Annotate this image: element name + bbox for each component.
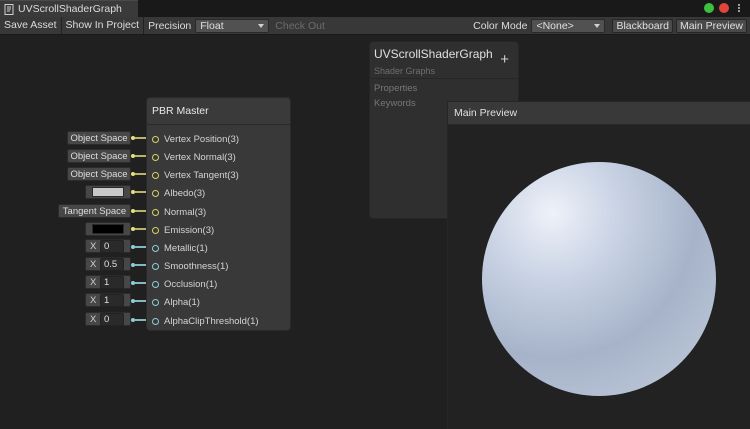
occlusion-field[interactable]: 1: [100, 276, 124, 289]
blackboard-title: UVScrollShaderGraph: [374, 47, 493, 61]
port-label: Occlusion(1): [164, 278, 218, 290]
maximize-icon[interactable]: [704, 3, 714, 13]
add-property-icon[interactable]: +: [500, 52, 509, 67]
port-vertex-normal[interactable]: Vertex Normal(3): [152, 151, 236, 163]
albedo-color-swatch[interactable]: [92, 187, 124, 197]
port-circle-icon: [152, 280, 159, 288]
port-circle-icon: [152, 317, 159, 325]
x-label: X: [90, 277, 97, 288]
save-asset-button[interactable]: Save Asset: [0, 17, 62, 34]
port-normal[interactable]: Normal(3): [152, 206, 206, 218]
port-circle-icon: [152, 262, 159, 270]
x-label: X: [90, 259, 97, 270]
show-in-project-button[interactable]: Show In Project: [62, 17, 145, 34]
port-label: Metallic(1): [164, 242, 208, 254]
window-tab[interactable]: UVScrollShaderGraph: [0, 0, 138, 17]
chevron-down-icon: [258, 23, 265, 28]
alpha-clip-field[interactable]: 0: [100, 313, 124, 326]
color-mode-value: <None>: [536, 19, 574, 32]
window-controls: [704, 3, 744, 13]
port-alpha[interactable]: Alpha(1): [152, 296, 200, 308]
port-circle-icon: [152, 208, 159, 216]
port-circle-icon: [152, 153, 159, 161]
window-title-bar: UVScrollShaderGraph: [0, 0, 750, 17]
main-preview-title: Main Preview: [448, 102, 750, 125]
vertex-normal-space-field[interactable]: Object Space: [67, 149, 131, 163]
check-out-button[interactable]: Check Out: [269, 20, 331, 32]
x-label: X: [90, 314, 97, 325]
port-label: Albedo(3): [164, 187, 206, 199]
port-circle-icon: [152, 226, 159, 234]
color-mode-dropdown[interactable]: <None>: [531, 18, 606, 33]
blackboard-properties-section[interactable]: Properties: [374, 83, 417, 94]
window-tab-title: UVScrollShaderGraph: [18, 3, 122, 15]
port-albedo[interactable]: Albedo(3): [152, 187, 205, 199]
chevron-down-icon: [594, 23, 601, 28]
close-icon[interactable]: [719, 3, 729, 13]
blackboard-toggle-button[interactable]: Blackboard: [612, 18, 673, 33]
port-label: Normal(3): [164, 206, 207, 218]
emission-color-swatch[interactable]: [92, 224, 124, 234]
port-circle-icon: [152, 171, 159, 179]
port-label: Smoothness(1): [164, 260, 229, 272]
x-label: X: [90, 241, 97, 252]
preview-sphere[interactable]: [448, 125, 750, 429]
precision-dropdown[interactable]: Float: [195, 18, 270, 33]
color-mode-label: Color Mode: [473, 19, 528, 32]
main-preview-panel[interactable]: Main Preview: [447, 101, 750, 429]
x-label: X: [90, 295, 97, 306]
smoothness-field[interactable]: 0.5: [100, 258, 124, 271]
pbr-master-node[interactable]: PBR Master Vertex Position(3) Vertex Nor…: [146, 97, 291, 331]
port-label: Vertex Normal(3): [164, 151, 236, 163]
port-label: AlphaClipThreshold(1): [164, 315, 259, 327]
precision-label: Precision: [148, 19, 192, 32]
port-circle-icon: [152, 244, 159, 252]
blackboard-keywords-section[interactable]: Keywords: [374, 98, 416, 109]
port-circle-icon: [152, 298, 159, 306]
main-preview-toggle-button[interactable]: Main Preview: [675, 18, 747, 33]
node-title: PBR Master: [147, 98, 290, 125]
precision-value: Float: [200, 19, 224, 32]
port-label: Vertex Position(3): [164, 133, 239, 145]
port-smoothness[interactable]: Smoothness(1): [152, 260, 228, 272]
normal-space-field[interactable]: Tangent Space: [58, 204, 131, 218]
metallic-field[interactable]: 0: [100, 240, 124, 253]
alpha-field[interactable]: 1: [100, 294, 124, 307]
more-menu-icon[interactable]: [734, 3, 744, 13]
port-vertex-position[interactable]: Vertex Position(3): [152, 133, 239, 145]
port-metallic[interactable]: Metallic(1): [152, 242, 208, 254]
divider: [370, 78, 518, 79]
port-label: Alpha(1): [164, 296, 200, 308]
port-label: Emission(3): [164, 224, 215, 236]
port-circle-icon: [152, 189, 159, 197]
port-occlusion[interactable]: Occlusion(1): [152, 278, 217, 290]
port-circle-icon: [152, 135, 159, 143]
shadergraph-icon: [4, 3, 14, 15]
vertex-position-space-field[interactable]: Object Space: [67, 131, 131, 145]
port-alpha-clip-threshold[interactable]: AlphaClipThreshold(1): [152, 315, 259, 327]
blackboard-subtitle: Shader Graphs: [374, 66, 436, 76]
port-vertex-tangent[interactable]: Vertex Tangent(3): [152, 169, 239, 181]
graph-toolbar: Save Asset Show In Project Precision Flo…: [0, 17, 750, 35]
preview-viewport[interactable]: [448, 125, 750, 429]
port-label: Vertex Tangent(3): [164, 169, 239, 181]
vertex-tangent-space-field[interactable]: Object Space: [67, 167, 131, 181]
port-emission[interactable]: Emission(3): [152, 224, 214, 236]
